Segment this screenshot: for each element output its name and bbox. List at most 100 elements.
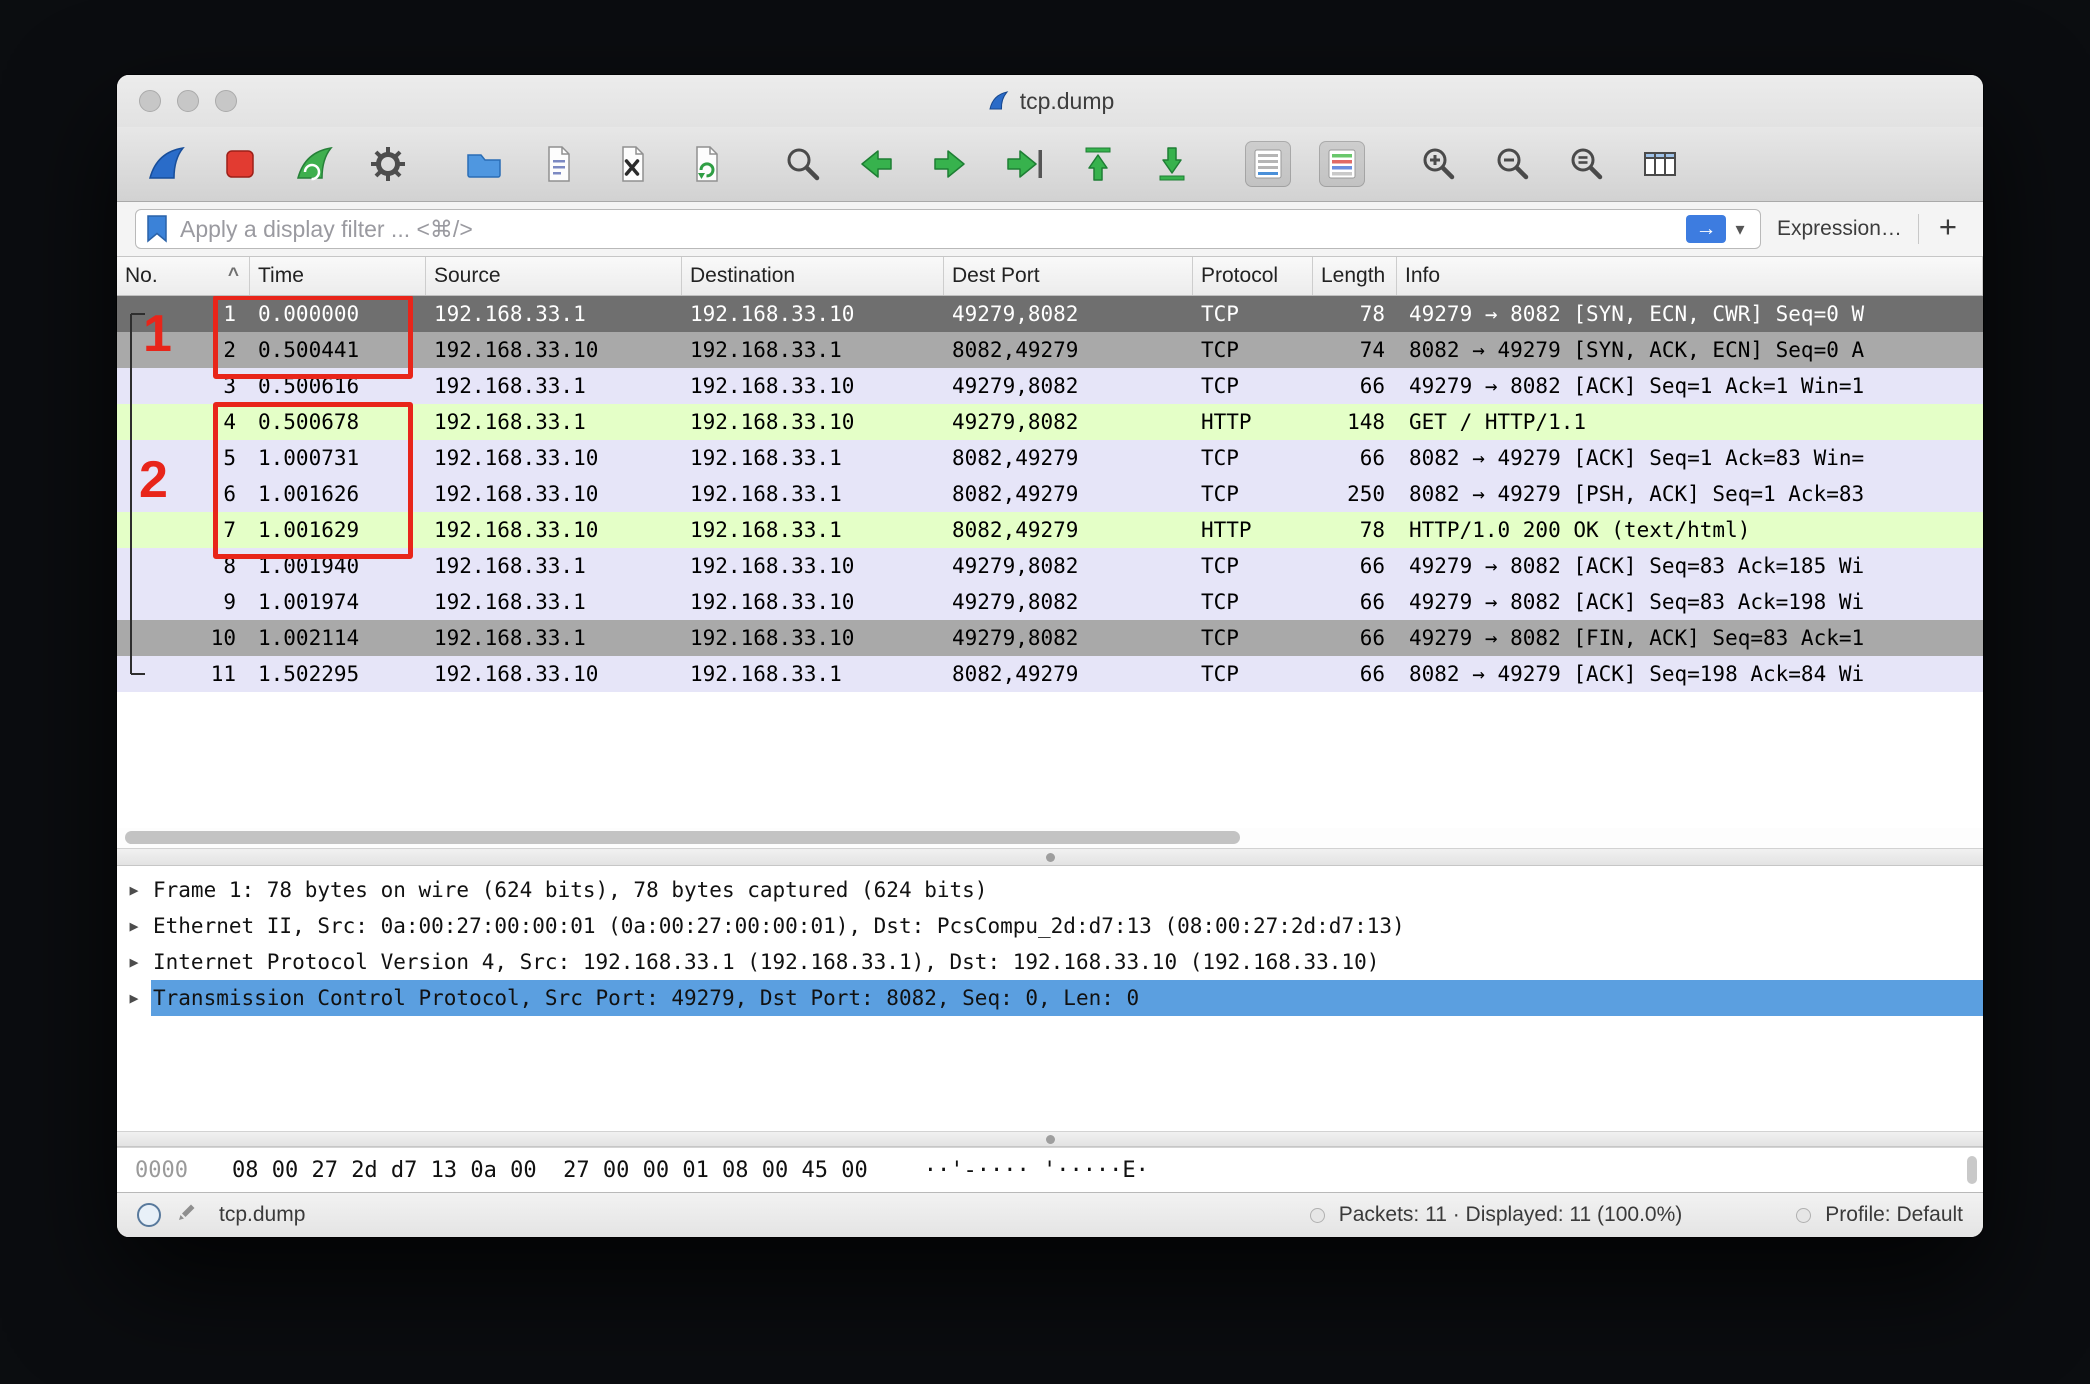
- reload-file-button[interactable]: [683, 141, 729, 187]
- pane-splitter-top[interactable]: [117, 848, 1983, 866]
- go-back-button[interactable]: [853, 141, 899, 187]
- zoom-group: [1415, 141, 1683, 187]
- detail-row[interactable]: ▶ Frame 1: 78 bytes on wire (624 bits), …: [117, 872, 1983, 908]
- packet-row[interactable]: 11 1.502295 192.168.33.10 192.168.33.1 8…: [117, 656, 1983, 692]
- packet-list: 1 0.000000 192.168.33.1 192.168.33.10 49…: [117, 296, 1983, 828]
- hex-bytes[interactable]: 08 00 27 2d d7 13 0a 00 27 00 00 01 08 0…: [188, 1158, 868, 1183]
- packet-destination-cell: 192.168.33.1: [690, 662, 842, 686]
- packet-source-cell: 192.168.33.1: [434, 302, 586, 326]
- packet-counts: Packets: 11 · Displayed: 11 (100.0%): [1338, 1203, 1683, 1226]
- expression-button[interactable]: Expression…: [1777, 217, 1902, 241]
- horizontal-scrollbar[interactable]: [117, 828, 1983, 848]
- maximize-window-button[interactable]: [215, 90, 237, 112]
- packet-row[interactable]: 1 0.000000 192.168.33.1 192.168.33.10 49…: [117, 296, 1983, 332]
- display-filter-input[interactable]: [178, 214, 1686, 244]
- auto-scroll-toggle-button[interactable]: [1245, 141, 1291, 187]
- window-title-group: tcp.dump: [986, 88, 1114, 115]
- splitter-handle-icon: [1045, 1134, 1055, 1144]
- packet-protocol-cell: TCP: [1201, 482, 1239, 506]
- packet-destination-cell: 192.168.33.1: [690, 518, 842, 542]
- packet-destport-cell: 49279,8082: [952, 626, 1079, 650]
- packet-info-cell: HTTP/1.0 200 OK (text/html): [1409, 518, 1751, 542]
- zoom-in-button[interactable]: [1415, 141, 1461, 187]
- detail-row-text: Frame 1: 78 bytes on wire (624 bits), 78…: [153, 878, 988, 902]
- apply-filter-button[interactable]: →: [1686, 215, 1726, 243]
- packet-length-cell: 66: [1359, 590, 1385, 614]
- column-header[interactable]: No. ^: [117, 257, 250, 295]
- packet-row[interactable]: 5 1.000731 192.168.33.10 192.168.33.1 80…: [117, 440, 1983, 476]
- detail-row[interactable]: ▶ Ethernet II, Src: 0a:00:27:00:00:01 (0…: [117, 908, 1983, 944]
- find-packet-button[interactable]: [779, 141, 825, 187]
- packet-row[interactable]: 6 1.001626 192.168.33.10 192.168.33.1 80…: [117, 476, 1983, 512]
- start-capture-button[interactable]: [143, 141, 189, 187]
- packet-row[interactable]: 10 1.002114 192.168.33.1 192.168.33.10 4…: [117, 620, 1983, 656]
- zoom-out-button[interactable]: [1489, 141, 1535, 187]
- hex-scrollbar-thumb[interactable]: [1967, 1156, 1977, 1184]
- packet-row[interactable]: 3 0.500616 192.168.33.1 192.168.33.10 49…: [117, 368, 1983, 404]
- packet-info-cell: 49279 → 8082 [ACK] Seq=83 Ack=198 Wi: [1409, 590, 1865, 614]
- column-header[interactable]: Dest Port: [944, 257, 1193, 295]
- expert-info-icon[interactable]: [137, 1203, 161, 1227]
- packet-row[interactable]: 4 0.500678 192.168.33.1 192.168.33.10 49…: [117, 404, 1983, 440]
- go-to-first-button[interactable]: [1075, 141, 1121, 187]
- disclosure-triangle-icon[interactable]: ▶: [117, 980, 151, 1016]
- disclosure-triangle-icon[interactable]: ▶: [117, 944, 151, 980]
- disclosure-triangle-icon[interactable]: ▶: [117, 872, 151, 908]
- column-header[interactable]: Time: [250, 257, 426, 295]
- colorize-toggle-button[interactable]: [1319, 141, 1365, 187]
- column-header[interactable]: Info: [1397, 257, 1983, 295]
- packet-row[interactable]: 9 1.001974 192.168.33.1 192.168.33.10 49…: [117, 584, 1983, 620]
- minimize-window-button[interactable]: [177, 90, 199, 112]
- packet-row[interactable]: 7 1.001629 192.168.33.10 192.168.33.1 80…: [117, 512, 1983, 548]
- packet-destport-cell: 8082,49279: [952, 338, 1079, 362]
- stop-capture-button[interactable]: [217, 141, 263, 187]
- column-header-label: Destination: [690, 264, 796, 287]
- title-bar: tcp.dump: [117, 75, 1983, 127]
- packet-source-cell: 192.168.33.10: [434, 662, 599, 686]
- packet-destport-cell: 49279,8082: [952, 410, 1079, 434]
- filter-bookmark-icon[interactable]: [146, 215, 168, 243]
- packet-length-cell: 66: [1359, 374, 1385, 398]
- profile-label[interactable]: Profile: Default: [1825, 1203, 1963, 1227]
- go-to-last-button[interactable]: [1149, 141, 1195, 187]
- horizontal-scrollbar-thumb[interactable]: [125, 831, 1240, 844]
- capture-options-button[interactable]: [365, 141, 411, 187]
- column-header[interactable]: Source: [426, 257, 682, 295]
- apply-filter-arrow-icon: →: [1695, 217, 1717, 240]
- zoom-original-button[interactable]: [1563, 141, 1609, 187]
- capture-comment-icon[interactable]: [175, 1200, 199, 1230]
- close-file-button[interactable]: [609, 141, 655, 187]
- save-file-button[interactable]: [535, 141, 581, 187]
- go-to-packet-button[interactable]: [1001, 141, 1047, 187]
- detail-row-text: Ethernet II, Src: 0a:00:27:00:00:01 (0a:…: [153, 914, 1405, 938]
- filter-dropdown-caret-icon[interactable]: ▾: [1726, 219, 1754, 240]
- packet-row[interactable]: 2 0.500441 192.168.33.10 192.168.33.1 80…: [117, 332, 1983, 368]
- disclosure-triangle-icon[interactable]: ▶: [117, 908, 151, 944]
- packet-destination-cell: 192.168.33.10: [690, 590, 855, 614]
- packet-row[interactable]: 8 1.001940 192.168.33.1 192.168.33.10 49…: [117, 548, 1983, 584]
- wireshark-logo-icon: [989, 91, 1009, 110]
- packet-info-cell: 49279 → 8082 [SYN, ECN, CWR] Seq=0 W: [1409, 302, 1865, 326]
- close-window-button[interactable]: [139, 90, 161, 112]
- packet-length-cell: 66: [1359, 626, 1385, 650]
- go-forward-button[interactable]: [927, 141, 973, 187]
- pane-splitter-bottom[interactable]: [117, 1131, 1983, 1147]
- column-header[interactable]: Protocol: [1193, 257, 1313, 295]
- display-filter-field[interactable]: → ▾: [135, 209, 1761, 249]
- packet-source-cell: 192.168.33.10: [434, 482, 599, 506]
- hex-ascii[interactable]: ··'-···· '·····E·: [868, 1158, 1149, 1183]
- column-header[interactable]: Destination: [682, 257, 944, 295]
- arrow-bottom-icon: [1159, 147, 1185, 181]
- detail-row[interactable]: ▶ Transmission Control Protocol, Src Por…: [117, 980, 1983, 1016]
- column-header-label: Dest Port: [952, 264, 1040, 287]
- packet-destport-cell: 49279,8082: [952, 590, 1079, 614]
- column-header[interactable]: Length: [1313, 257, 1397, 295]
- open-file-button[interactable]: [461, 141, 507, 187]
- packet-length-cell: 66: [1359, 446, 1385, 470]
- packet-info-cell: GET / HTTP/1.1: [1409, 410, 1587, 434]
- restart-capture-button[interactable]: [291, 141, 337, 187]
- add-filter-button[interactable]: +: [1935, 209, 1965, 249]
- detail-row-text: Internet Protocol Version 4, Src: 192.16…: [153, 950, 1380, 974]
- detail-row[interactable]: ▶ Internet Protocol Version 4, Src: 192.…: [117, 944, 1983, 980]
- resize-columns-button[interactable]: [1637, 141, 1683, 187]
